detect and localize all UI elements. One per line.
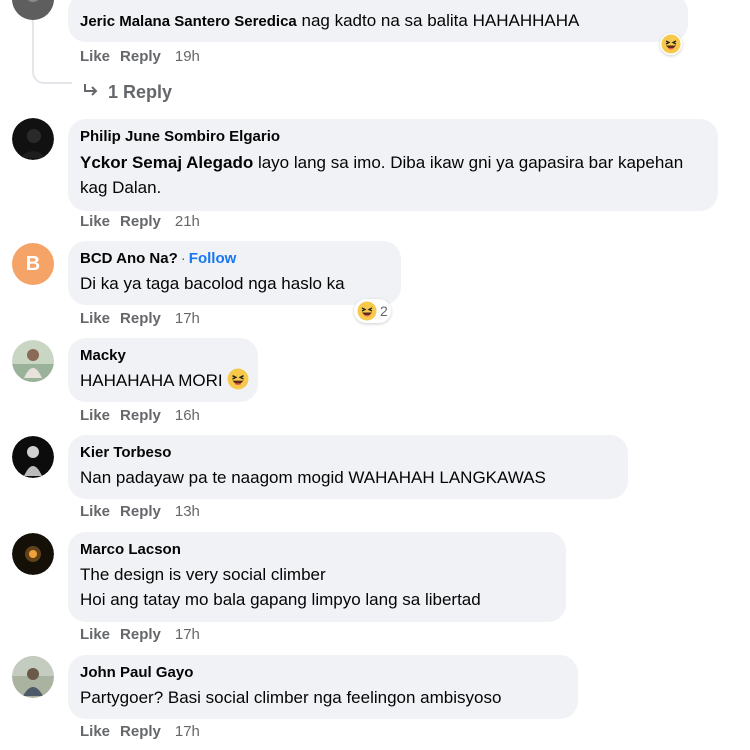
comment-text: HAHAHAHA MORI [80, 371, 223, 390]
reply-button[interactable]: Reply [120, 503, 161, 520]
reply-button[interactable]: Reply [120, 213, 161, 230]
comment-actions: Like Reply 21h [80, 212, 210, 232]
reply-button[interactable]: Reply [120, 48, 161, 65]
like-button[interactable]: Like [80, 723, 110, 740]
follow-button[interactable]: Follow [189, 250, 237, 267]
comment-text-line: The design is very social climber [80, 565, 326, 584]
avatar[interactable] [12, 533, 54, 575]
comment-time[interactable]: 17h [175, 310, 200, 327]
comment-time[interactable]: 17h [175, 626, 200, 643]
like-button[interactable]: Like [80, 213, 110, 230]
comment-time[interactable]: 19h [175, 48, 200, 65]
like-button[interactable]: Like [80, 48, 110, 65]
avatar[interactable] [12, 118, 54, 160]
comment-author[interactable]: John Paul Gayo [80, 663, 566, 683]
comment-bubble: Marco Lacson The design is very social c… [68, 532, 566, 622]
comment-actions: Like Reply 16h [80, 406, 210, 426]
avatar[interactable]: B [12, 243, 54, 285]
comment-author[interactable]: Kier Torbeso [80, 443, 616, 463]
mention-link[interactable]: Yckor Semaj Alegado [80, 153, 253, 172]
view-replies-link[interactable]: 1 Reply [82, 81, 172, 103]
comment-bubble: Philip June Sombiro Elgario Yckor Semaj … [68, 119, 718, 211]
reply-button[interactable]: Reply [120, 407, 161, 424]
reaction-count: 2 [380, 303, 388, 319]
avatar[interactable] [12, 0, 54, 20]
reply-button[interactable]: Reply [120, 626, 161, 643]
comment-bubble: Kier Torbeso Nan padayaw pa te naagom mo… [68, 435, 628, 499]
like-button[interactable]: Like [80, 626, 110, 643]
comment-actions: Like Reply 17h [80, 309, 210, 329]
comment-text: Di ka ya taga bacolod nga haslo ka [80, 274, 345, 293]
reply-button[interactable]: Reply [120, 310, 161, 327]
comment-author[interactable]: Philip June Sombiro Elgario [80, 127, 706, 147]
reply-arrow-icon [82, 81, 100, 103]
reaction-badge[interactable] [660, 33, 682, 55]
reply-button[interactable]: Reply [120, 723, 161, 740]
comment-time[interactable]: 17h [175, 723, 200, 740]
avatar[interactable] [12, 436, 54, 478]
haha-emoji-icon [661, 34, 681, 54]
comment-bubble: Jeric Malana Santero Seredica nag kadto … [68, 0, 688, 42]
comment-author[interactable]: Marco Lacson [80, 540, 554, 560]
comment-text: nag kadto na sa balita HAHAHHAHA [301, 11, 580, 30]
like-button[interactable]: Like [80, 310, 110, 327]
avatar[interactable] [12, 656, 54, 698]
comment-time[interactable]: 16h [175, 407, 200, 424]
like-button[interactable]: Like [80, 407, 110, 424]
comment-time[interactable]: 13h [175, 503, 200, 520]
like-button[interactable]: Like [80, 503, 110, 520]
comment-actions: Like Reply 17h [80, 722, 210, 742]
haha-emoji-icon [227, 368, 249, 390]
thread-connector [32, 20, 72, 84]
reaction-badge[interactable]: 2 [354, 299, 391, 323]
haha-emoji-icon [357, 301, 377, 321]
comment-author[interactable]: BCD Ano Na? [80, 250, 178, 267]
replies-count[interactable]: 1 Reply [108, 81, 172, 103]
comment-bubble: BCD Ano Na? · Follow Di ka ya taga bacolod… [68, 241, 401, 305]
comment-text: Partygoer? Basi social climber nga feeli… [80, 688, 502, 707]
comment-time[interactable]: 21h [175, 213, 200, 230]
avatar[interactable] [12, 340, 54, 382]
comment-text-line: Hoi ang tatay mo bala gapang limpyo lang… [80, 590, 481, 609]
comment-bubble: Macky HAHAHAHA MORI [68, 338, 258, 402]
comment-actions: Like Reply 13h [80, 502, 210, 522]
comment-author[interactable]: Macky [80, 346, 246, 366]
comment-bubble: John Paul Gayo Partygoer? Basi social cl… [68, 655, 578, 719]
separator-dot: · [180, 250, 186, 267]
comment-actions: Like Reply 17h [80, 625, 210, 645]
avatar-letter: B [25, 253, 41, 275]
comment-author[interactable]: Jeric Malana Santero Seredica [80, 13, 297, 30]
comment-text: Nan padayaw pa te naagom mogid WAHAHAH L… [80, 468, 546, 487]
comments-feed: Jeric Malana Santero Seredica nag kadto … [0, 0, 750, 750]
comment-actions: Like Reply 19h [80, 47, 210, 67]
